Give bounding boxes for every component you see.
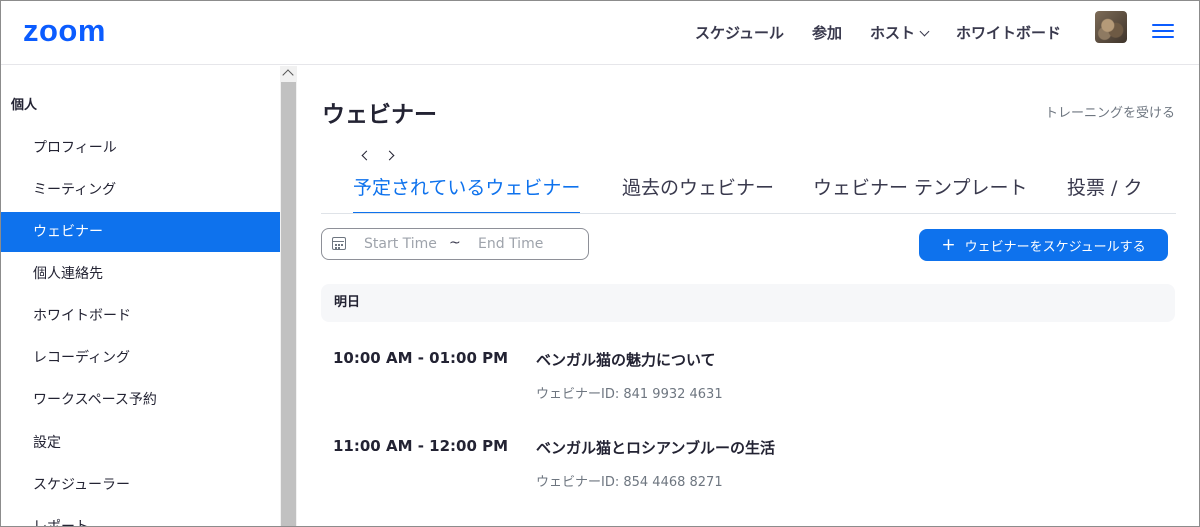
webinar-time: 11:00 AM - 12:00 PM <box>333 437 509 455</box>
sidebar-item-label: ウェビナー <box>33 224 103 240</box>
schedule-webinar-label: ウェビナーをスケジュールする <box>964 239 1146 255</box>
zoom-logo[interactable]: zoom <box>23 15 106 46</box>
calendar-icon <box>332 237 346 250</box>
chevron-right-icon[interactable] <box>384 150 395 161</box>
webinar-title[interactable]: ベンガル猫とロシアンブルーの生活 <box>536 437 775 458</box>
sidebar-item-label: ホワイトボード <box>33 308 131 324</box>
sidebar-item-label: レコーディング <box>33 350 131 366</box>
nav-schedule[interactable]: スケジュール <box>695 21 784 45</box>
tab-previous[interactable]: 過去のウェビナー <box>622 174 774 213</box>
top-navigation: スケジュール 参加 ホスト ホワイトボード <box>667 21 1061 45</box>
sidebar-item-whiteboards[interactable]: ホワイトボード <box>1 296 280 336</box>
webinar-tabs: 予定されているウェビナー 過去のウェビナー ウェビナー テンプレート 投票 / … <box>321 174 1176 214</box>
end-time-input[interactable]: End Time <box>478 236 543 252</box>
scroll-up-icon[interactable] <box>282 69 294 81</box>
sidebar-item-contacts[interactable]: 個人連絡先 <box>1 254 280 294</box>
nav-join[interactable]: 参加 <box>812 21 842 45</box>
sidebar-item-meetings[interactable]: ミーティング <box>1 170 280 210</box>
tab-templates[interactable]: ウェビナー テンプレート <box>813 174 1027 213</box>
tab-polls[interactable]: 投票 / ク <box>1067 174 1142 213</box>
nav-join-label: 参加 <box>811 24 842 42</box>
scrollbar-thumb[interactable] <box>281 82 296 526</box>
webinar-list-item[interactable]: 10:00 AM - 01:00 PM ベンガル猫の魅力について ウェビナーID… <box>321 349 1175 419</box>
menu-icon[interactable] <box>1152 22 1174 40</box>
sidebar-item-label: ミーティング <box>33 182 117 198</box>
page-title: ウェビナー <box>322 102 437 128</box>
plus-icon: + <box>941 234 956 255</box>
sidebar-item-label: ワークスペース予約 <box>33 392 157 408</box>
nav-whiteboard-label: ホワイトボード <box>955 24 1061 42</box>
sidebar-item-profile[interactable]: プロフィール <box>1 128 280 168</box>
sidebar-item-scheduler[interactable]: スケジューラー <box>1 465 280 505</box>
sidebar-item-label: レポート <box>33 519 89 527</box>
webinar-list-item[interactable]: 11:00 AM - 12:00 PM ベンガル猫とロシアンブルーの生活 ウェビ… <box>321 437 1175 507</box>
sidebar-item-webinars[interactable]: ウェビナー <box>1 212 280 252</box>
sidebar-item-reports[interactable]: レポート <box>1 507 280 527</box>
sidebar-item-workspace-reservation[interactable]: ワークスペース予約 <box>1 380 280 420</box>
sidebar: 個人 プロフィール ミーティング ウェビナー 個人連絡先 ホワイトボード レコー… <box>1 66 280 527</box>
webinar-title[interactable]: ベンガル猫の魅力について <box>536 349 716 370</box>
sidebar-item-settings[interactable]: 設定 <box>1 423 280 463</box>
nav-schedule-label: スケジュール <box>695 24 784 42</box>
avatar[interactable] <box>1095 11 1127 43</box>
sidebar-item-label: スケジューラー <box>33 477 131 493</box>
webinar-time: 10:00 AM - 01:00 PM <box>333 349 509 367</box>
sidebar-item-label: プロフィール <box>33 140 117 156</box>
day-group-header: 明日 <box>321 284 1175 322</box>
start-time-input[interactable]: Start Time <box>364 236 437 252</box>
chevron-down-icon <box>919 26 930 36</box>
main-content: ウェビナー トレーニングを受ける 予定されているウェビナー 過去のウェビナー ウ… <box>297 66 1199 526</box>
chevron-left-icon[interactable] <box>361 150 372 161</box>
zoom-web-portal: zoom スケジュール 参加 ホスト ホワイトボード 個人 プロフィール ミーテ… <box>0 0 1200 527</box>
top-header: zoom スケジュール 参加 ホスト ホワイトボード <box>1 1 1199 65</box>
schedule-webinar-button[interactable]: + ウェビナーをスケジュールする <box>919 229 1168 261</box>
training-link[interactable]: トレーニングを受ける <box>1045 102 1175 121</box>
sidebar-scrollbar[interactable] <box>280 66 297 526</box>
date-range-separator: ~ <box>449 235 461 251</box>
sidebar-item-recordings[interactable]: レコーディング <box>1 338 280 378</box>
nav-host[interactable]: ホスト <box>869 21 930 45</box>
nav-whiteboard[interactable]: ホワイトボード <box>956 21 1061 45</box>
sidebar-section-personal: 個人 <box>11 98 38 113</box>
tab-scroll-arrows <box>361 150 395 161</box>
sidebar-item-label: 設定 <box>33 435 61 451</box>
webinar-id: ウェビナーID: 854 4468 8271 <box>536 475 723 490</box>
webinar-id: ウェビナーID: 841 9932 4631 <box>536 387 723 402</box>
sidebar-item-label: 個人連絡先 <box>33 266 103 282</box>
tab-upcoming[interactable]: 予定されているウェビナー <box>353 174 581 213</box>
date-range-picker[interactable]: Start Time ~ End Time <box>321 228 589 260</box>
nav-host-label: ホスト <box>869 24 915 42</box>
